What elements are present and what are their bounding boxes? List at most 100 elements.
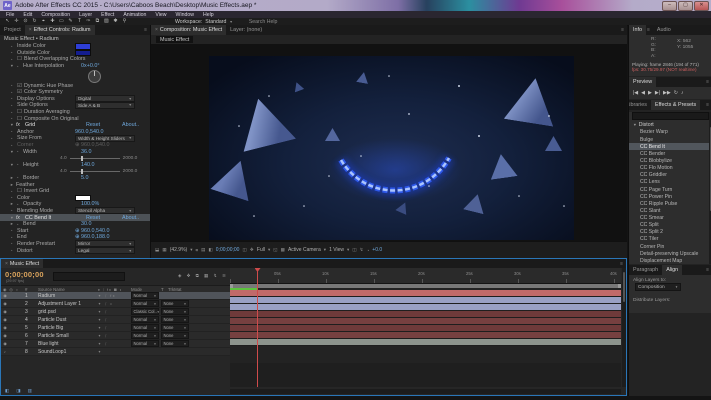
stopwatch-icon[interactable]: ◔ [10,228,17,233]
effect-property-row[interactable]: ◔ Distort Legal ▼ [0,247,150,254]
timeline-option-icon[interactable]: ❖ [187,273,191,279]
timeline-option-icon[interactable]: ◈ [178,273,182,279]
timeline-option-icon[interactable]: ▦ [204,273,208,279]
layer-row[interactable]: ♪ 8 SoundLoop1 ✦ [1,348,230,356]
layer-row[interactable]: ◉ 2 Adjustment Layer 1 ✦ ⧸ ◐ Normal▼ Non… [1,300,230,308]
effect-property-row[interactable]: ◔ ☐ Blend Overlapping Colors [0,56,150,63]
viewer-toolbar-item[interactable]: ◫ [352,247,356,253]
checkbox[interactable]: ☐ [17,109,24,115]
vertical-scrollbar[interactable] [622,268,626,387]
property-value[interactable]: 960.0,540.0 [75,129,103,135]
effect-property-row[interactable]: ▼ ◔ Height 140.0 [0,162,150,169]
viewer-toolbar-item[interactable]: (42.9%) [170,247,188,253]
color-swatch[interactable] [75,43,91,50]
tab-align[interactable]: Align [662,265,682,275]
layer-row[interactable]: ◉ 4 Particle Dust ✦ ⧸ Normal▼ None▼ [1,316,230,324]
close-icon[interactable]: × [5,261,8,267]
tab-effect-controls[interactable]: × Effect Controls: Radium [25,25,95,35]
layer-duration-bar[interactable] [230,325,621,332]
blend-mode-dropdown[interactable]: Classic Col..▼ [131,308,159,315]
viewer-toolbar-item[interactable]: +0.0 [372,247,382,253]
pen-tool[interactable]: ✎ [66,18,75,25]
effect-property-row[interactable]: ◔ ☐ Composite On Original [0,115,150,122]
effect-list-item[interactable]: CC Ripple Pulse [629,200,711,207]
zoom-tool[interactable]: ⊙ [21,18,30,25]
layer-name[interactable]: SoundLoop1 [38,349,98,355]
effect-list-item[interactable]: CC Split [629,222,711,229]
eye-icon[interactable]: ◉ [3,341,7,346]
viewer-toolbar-item[interactable]: Full [257,247,265,253]
effect-property-row[interactable]: ◔ Color [0,194,150,201]
restore-button[interactable]: ▢ [678,1,693,11]
tab-layer[interactable]: Layer: (none) [226,25,266,35]
property-value[interactable]: 36.0 [81,149,92,155]
layer-switches[interactable]: ✦ ⧸ fx [98,294,131,298]
effect-list-item[interactable]: CC Griddler [629,172,711,179]
viewer-toolbar-item[interactable]: ⬓ [155,247,159,253]
audio-mute-button[interactable]: ♪ [681,90,684,96]
effect-list-item[interactable]: CC Tiler [629,236,711,243]
eye-icon[interactable]: ◉ [3,293,7,298]
playhead[interactable] [257,268,258,387]
menu-item[interactable]: Animation [123,12,146,18]
viewer-toolbar-item[interactable]: ▾ [190,247,192,253]
viewer-toolbar-item[interactable]: 1 View [329,247,344,253]
eye-icon[interactable]: ◉ [3,325,7,330]
stopwatch-icon[interactable]: ◔ [10,143,17,148]
stopwatch-icon[interactable]: ◔ [10,90,17,95]
time-ruler[interactable]: 05s10s15s20s25s30s35s40s [230,268,621,284]
timeline-search-input[interactable] [53,272,125,281]
eye-icon[interactable]: ◉ [3,333,7,338]
stopwatch-icon[interactable]: ◔ [10,208,17,213]
viewer-toolbar-item[interactable]: ▾ [268,247,270,253]
viewer-toolbar-item[interactable]: ▩ [281,247,285,253]
tab-libraries[interactable]: Libraries [629,100,651,110]
effect-list-item[interactable]: CC Blobbylize [629,157,711,164]
viewer-toolbar-item[interactable]: ◔ [367,248,370,253]
checkbox[interactable]: ☑ [17,83,24,89]
composition-viewport[interactable] [151,44,627,242]
hand-tool[interactable]: ✛ [12,18,21,25]
effect-property-row[interactable]: ◔ Inside Color [0,43,150,50]
type-tool[interactable]: T [75,18,84,25]
effect-list-item[interactable]: CC Bend It [629,143,711,150]
panel-menu-icon[interactable]: ≡ [621,27,627,33]
effect-property-row[interactable]: ▼ ◔ Hue Interpolation 0x+0.0° [0,63,150,70]
menu-item[interactable]: Effect [101,12,114,18]
previous-frame-button[interactable]: ◀ [641,90,645,96]
stopwatch-icon[interactable]: ◔ [10,235,17,240]
stopwatch-icon[interactable]: ◔ [10,83,17,88]
effect-list-item[interactable]: CC Slant [629,207,711,214]
horizontal-scrollbar[interactable] [230,389,621,394]
viewer-toolbar-item[interactable]: ❖ [250,247,254,253]
layer-duration-bar[interactable] [230,304,621,311]
menu-item[interactable]: Edit [23,12,32,18]
stopwatch-icon[interactable]: ◔ [16,64,23,69]
layer-row[interactable]: ◉ 1 Radium ✦ ⧸ fx Normal▼ [1,292,230,300]
viewer-toolbar-item[interactable]: Active Camera [288,247,321,253]
stopwatch-icon[interactable]: ◔ [10,195,17,200]
stopwatch-icon[interactable]: ◔ [10,57,17,62]
checkbox[interactable]: ☐ [17,188,24,194]
about-link[interactable]: About.. [122,215,139,221]
layer-duration-bar[interactable] [230,318,621,325]
pan-behind-tool[interactable]: ✚ [48,18,57,25]
play-button[interactable]: ▶ [648,90,652,96]
track-matte-dropdown[interactable]: None▼ [161,332,189,339]
effect-list-item[interactable]: CC Power Pin [629,193,711,200]
effect-property-row[interactable]: ◔ ☐ Duration Averaging [0,109,150,116]
tab-info[interactable]: Info [629,25,646,35]
eye-icon[interactable]: ◉ [3,317,7,322]
blend-mode-dropdown[interactable]: Normal▼ [131,316,159,323]
blend-mode-dropdown[interactable]: Normal▼ [131,324,159,331]
stopwatch-icon[interactable]: ◔ [10,248,17,253]
panel-menu-icon[interactable]: ≡ [144,27,150,33]
workspace-selector[interactable]: Workspace: Standard ▼ [175,19,233,25]
eraser-tool[interactable]: ▨ [102,18,111,25]
twirl-icon[interactable]: ▼ [633,123,637,127]
color-swatch[interactable] [75,195,91,202]
effect-list-item[interactable]: CC Page Turn [629,186,711,193]
layer-duration-bar[interactable] [230,290,621,297]
effect-list-item[interactable]: CC Split 2 [629,229,711,236]
breadcrumb[interactable]: Music Effect [156,36,193,43]
